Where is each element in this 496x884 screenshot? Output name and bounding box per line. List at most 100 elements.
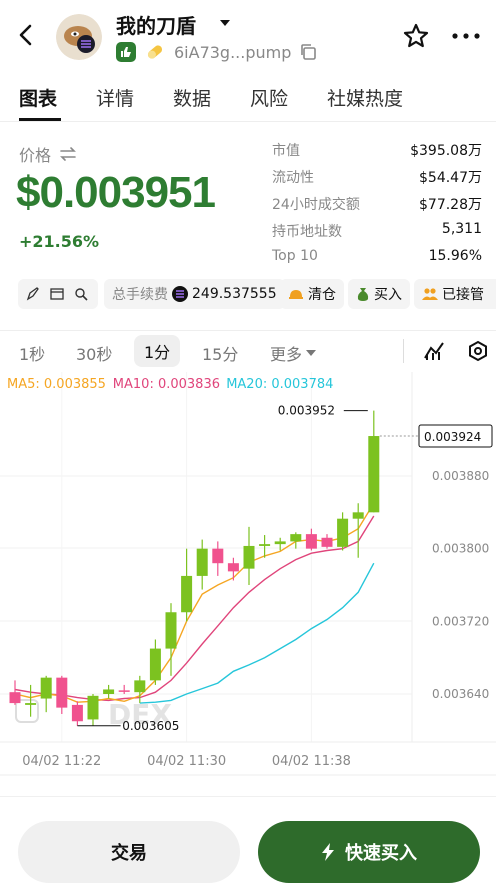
x-tick-label: 04/02 11:38 — [272, 754, 351, 769]
clear-position-chip[interactable]: 清仓 — [280, 279, 344, 309]
connected-chip[interactable]: 已接管 — [414, 279, 496, 309]
back-arrow-icon[interactable] — [14, 20, 38, 50]
tab-details[interactable]: 详情 — [96, 84, 134, 111]
x-tick-label: 04/02 11:22 — [22, 754, 101, 769]
candle-body — [149, 648, 161, 681]
candle-body — [227, 563, 239, 572]
stat-label: 流动性 — [272, 170, 314, 186]
fee-chip[interactable]: 总手续费 249.537555 — [104, 279, 285, 309]
users-icon — [422, 288, 438, 300]
tab-risk[interactable]: 风险 — [250, 84, 288, 111]
candle-body — [337, 518, 349, 547]
ma-legend-ma10: MA10: 0.003836 — [113, 377, 220, 392]
price-label: 价格 — [19, 142, 77, 166]
stat-label: 市值 — [272, 143, 300, 159]
interval-30s[interactable]: 30秒 — [76, 341, 112, 365]
stat-holders: 持币地址数 5,311 — [272, 221, 482, 248]
y-tick-label: 0.003640 — [432, 687, 489, 701]
interval-15m[interactable]: 15分 — [202, 341, 238, 365]
candle-body — [321, 537, 333, 547]
tab-social-heat[interactable]: 社媒热度 — [327, 84, 403, 111]
stat-label: 24小时成交额 — [272, 197, 360, 213]
candle-body — [212, 548, 224, 564]
search-icon[interactable] — [74, 287, 88, 301]
stat-24h-volume: 24小时成交额 $77.28万 — [272, 194, 482, 221]
y-tick-label: 0.003880 — [432, 469, 489, 483]
settings-hex-icon[interactable] — [467, 340, 489, 362]
stat-value: 5,311 — [441, 221, 482, 237]
high-marker-label: 0.003952 — [278, 404, 335, 418]
ma-legend-ma5: MA5: 0.003855 — [7, 377, 106, 392]
token-sub-row: 6iA73g...pump — [116, 40, 317, 64]
quick-buy-button[interactable]: 快速买入 — [258, 821, 480, 883]
token-name[interactable]: 我的刀盾 — [116, 10, 196, 39]
tab-bar: 图表 详情 数据 风险 社媒热度 — [0, 74, 496, 122]
buy-label: 买入 — [374, 287, 402, 303]
solana-icon — [172, 286, 188, 302]
fee-value: 249.537555 — [192, 286, 277, 302]
candle-body — [165, 612, 177, 649]
divider — [403, 339, 404, 363]
indicator-icon[interactable] — [423, 340, 445, 362]
token-address: 6iA73g...pump — [174, 42, 292, 62]
candle-body — [9, 692, 21, 704]
y-tick-label: 0.003800 — [432, 542, 489, 556]
candle-body — [134, 680, 146, 693]
candle-body — [259, 544, 271, 546]
stat-liquidity: 流动性 $54.47万 — [272, 167, 482, 194]
active-tab-indicator — [19, 118, 61, 121]
candle-body — [305, 534, 317, 549]
price-label-text: 价格 — [19, 146, 52, 165]
interval-1m[interactable]: 1分 — [134, 335, 181, 367]
pill-icon — [147, 45, 163, 59]
candle-body — [40, 677, 52, 699]
header-actions — [402, 22, 482, 50]
tab-data[interactable]: 数据 — [173, 84, 211, 111]
swap-icon[interactable] — [59, 146, 77, 162]
quick-buy-label: 快速买入 — [345, 843, 417, 864]
candlestick-chart[interactable]: MA5: 0.003855 MA10: 0.003836 MA20: 0.00378… — [0, 372, 496, 782]
price-change: +21.56% — [19, 232, 100, 251]
tab-chart[interactable]: 图表 — [19, 84, 57, 111]
clear-label: 清仓 — [308, 287, 336, 303]
candle-body — [274, 541, 286, 545]
tool-chip[interactable] — [18, 279, 98, 309]
lightning-icon — [322, 843, 334, 861]
stat-value: $77.28万 — [419, 197, 482, 213]
candle-body — [118, 690, 130, 692]
stat-label: 持币地址数 — [272, 224, 342, 240]
token-avatar — [56, 14, 102, 60]
candle-body — [290, 534, 302, 542]
more-icon[interactable] — [450, 22, 482, 50]
window-icon[interactable] — [50, 287, 64, 301]
stat-top10: Top 10 15.96% — [272, 248, 482, 275]
quick-chips: 总手续费 249.537555 清仓 买入 已接管 — [18, 279, 496, 309]
current-price: $0.003951 — [16, 168, 216, 217]
interval-more[interactable]: 更多 — [270, 341, 317, 365]
interval-1s[interactable]: 1秒 — [19, 341, 45, 365]
ma-legend-ma20: MA20: 0.003784 — [226, 377, 333, 392]
stat-value: $395.08万 — [410, 143, 482, 159]
pen-icon[interactable] — [26, 287, 40, 301]
candle-body — [196, 548, 208, 576]
candle-body — [71, 704, 83, 722]
candle-body — [181, 575, 193, 613]
stat-market-cap: 市值 $395.08万 — [272, 140, 482, 167]
thumbs-up-badge-icon — [116, 42, 136, 62]
star-icon[interactable] — [402, 22, 430, 50]
candle-body — [87, 695, 99, 720]
trade-button[interactable]: 交易 — [18, 821, 240, 883]
money-bag-icon — [357, 288, 369, 301]
interval-bar: 1秒 30秒 1分 15分 更多 — [0, 330, 496, 370]
copy-icon[interactable] — [299, 43, 317, 61]
bottom-action-bar: 交易 快速买入 — [0, 796, 496, 884]
candle-body — [352, 512, 364, 519]
buy-chip[interactable]: 买入 — [348, 279, 410, 309]
chevron-down-icon[interactable] — [219, 18, 231, 28]
current-price-tag-label: 0.003924 — [424, 430, 481, 444]
chevron-down-icon — [306, 350, 317, 356]
cloche-icon — [289, 290, 303, 299]
y-tick-label: 0.003720 — [432, 614, 489, 628]
candle-body — [103, 689, 115, 694]
fee-label: 总手续费 — [112, 287, 168, 303]
